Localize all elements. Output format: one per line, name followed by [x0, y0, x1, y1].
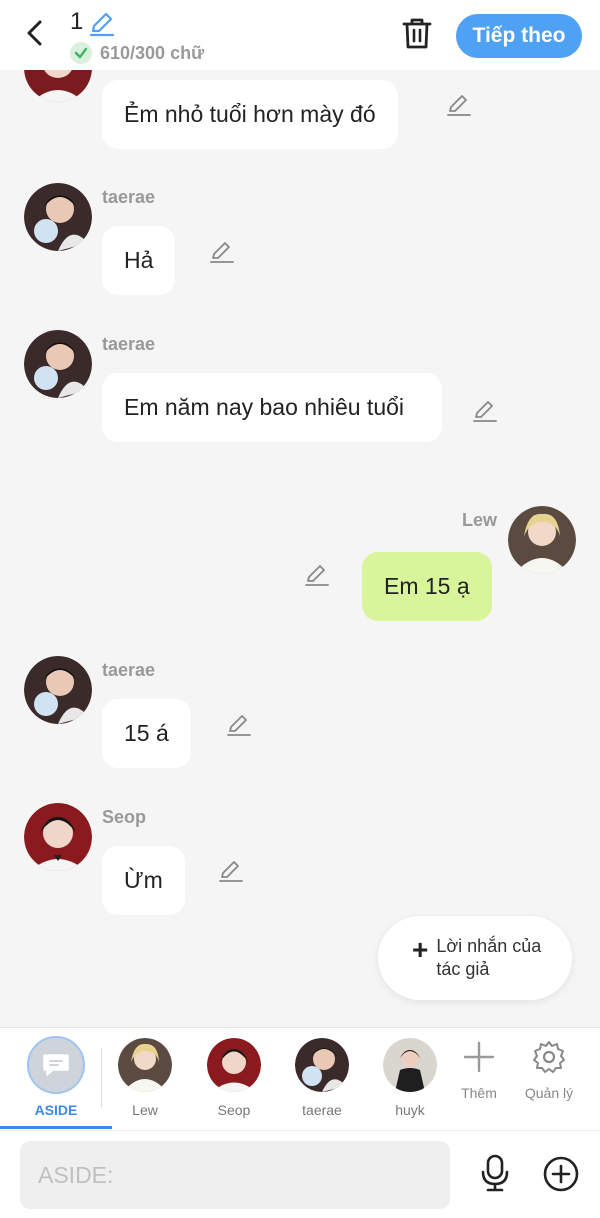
sender-name: Seop [102, 807, 147, 827]
character-seop[interactable]: Seop [197, 1038, 271, 1118]
character-name: ASIDE [34, 1102, 78, 1118]
gear-icon [533, 1041, 565, 1073]
sender-name: taerae [102, 334, 156, 354]
chapter-number: 1 [70, 8, 84, 35]
character-name: Lew [132, 1102, 158, 1118]
message-bubble[interactable]: Em 15 ạ [362, 552, 492, 621]
sender-name: taerae [102, 660, 156, 680]
character-name: huyk [395, 1102, 425, 1118]
delete-button[interactable] [400, 16, 434, 52]
chat-area: Ẻm nhỏ tuổi hơn mày đó taerae Hả taerae … [0, 70, 600, 1027]
avatar[interactable] [24, 70, 92, 102]
message-bubble[interactable]: Em năm nay bao nhiêu tuổi [102, 373, 442, 442]
sender-name: Lew [462, 510, 498, 530]
plus-icon: + [412, 934, 429, 965]
input-bar [0, 1130, 600, 1218]
avatar [295, 1038, 349, 1092]
microphone-icon [481, 1154, 509, 1192]
message-text: Ẻm nhỏ tuổi hơn mày đó [124, 101, 376, 127]
avatar [383, 1038, 437, 1092]
edit-message-pencil-icon[interactable] [304, 562, 330, 588]
message-text: Hả [124, 247, 154, 273]
plus-icon [463, 1041, 495, 1073]
edit-message-pencil-icon[interactable] [446, 92, 472, 118]
avatar[interactable] [508, 506, 576, 574]
edit-message-pencil-icon[interactable] [226, 712, 252, 738]
edit-message-pencil-icon[interactable] [472, 398, 498, 424]
avatar[interactable] [24, 183, 92, 251]
message-bubble[interactable]: 15 á [102, 699, 191, 768]
message-bubble[interactable]: Ẻm nhỏ tuổi hơn mày đó [102, 80, 398, 149]
message-bubble[interactable]: Ừm [102, 846, 185, 915]
avatar [118, 1038, 172, 1092]
next-button[interactable]: Tiếp theo [456, 14, 582, 58]
message-input[interactable] [20, 1141, 450, 1209]
character-aside[interactable]: ASIDE [19, 1036, 93, 1118]
character-name: taerae [302, 1102, 342, 1118]
avatar[interactable] [24, 803, 92, 871]
manage-button[interactable]: Quản lý [517, 1040, 581, 1101]
avatar[interactable] [24, 656, 92, 724]
back-button[interactable] [18, 15, 52, 51]
character-taerae[interactable]: taerae [285, 1038, 359, 1118]
active-indicator [0, 1126, 112, 1129]
speech-bubble-icon [43, 1054, 69, 1076]
trash-icon [402, 18, 432, 49]
edit-message-pencil-icon[interactable] [218, 858, 244, 884]
add-character-button[interactable]: Thêm [447, 1040, 511, 1101]
message-text: Ừm [124, 867, 163, 893]
message-text: Em năm nay bao nhiêu tuổi [124, 394, 405, 420]
plus-circle-icon [543, 1156, 579, 1192]
top-bar: 1 610/300 chữ Tiếp theo [0, 0, 600, 70]
character-name: Seop [217, 1102, 251, 1118]
word-count: 610/300 chữ [70, 42, 204, 64]
voice-button[interactable] [478, 1153, 512, 1193]
word-count-text: 610/300 chữ [100, 42, 205, 63]
avatar [207, 1038, 261, 1092]
check-icon [70, 42, 92, 64]
edit-message-pencil-icon[interactable] [209, 239, 235, 265]
add-attachment-button[interactable] [542, 1155, 580, 1193]
chevron-left-icon [27, 20, 42, 46]
message-bubble[interactable]: Hả [102, 226, 176, 295]
message-text: Em 15 ạ [384, 573, 470, 599]
divider [101, 1048, 102, 1108]
manage-label: Quản lý [524, 1085, 574, 1101]
sender-name: taerae [102, 187, 156, 207]
avatar[interactable] [24, 330, 92, 398]
aside-avatar [27, 1036, 85, 1094]
author-note-label: Lời nhắn của tác giả [436, 936, 542, 979]
message-text: 15 á [124, 720, 169, 746]
edit-title-pencil-icon[interactable] [88, 10, 116, 38]
character-lew[interactable]: Lew [108, 1038, 182, 1118]
character-huyk[interactable]: huyk [373, 1038, 447, 1118]
author-note-button[interactable]: + Lời nhắn của tác giả [378, 916, 572, 1000]
add-label: Thêm [461, 1085, 497, 1101]
